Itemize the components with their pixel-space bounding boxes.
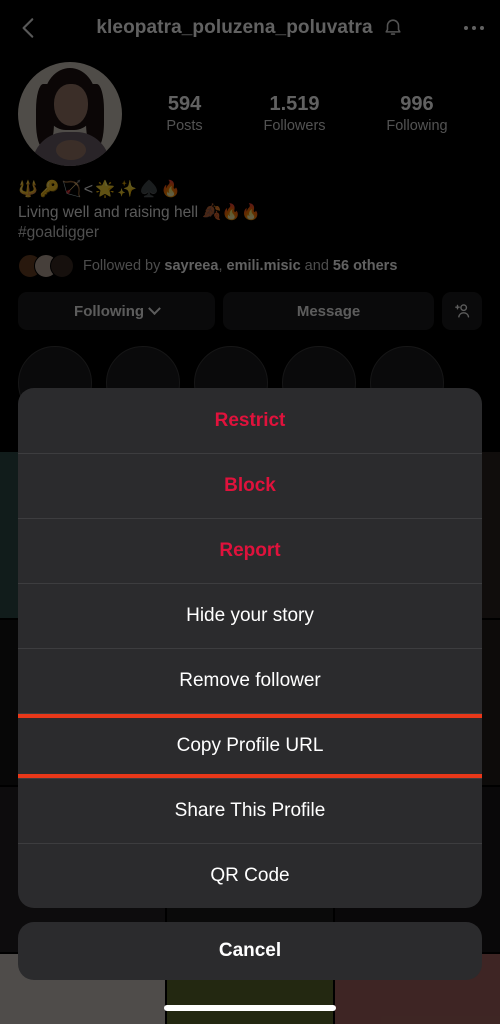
action-sheet-item-hide-your-story[interactable]: Hide your story [18, 583, 482, 648]
action-sheet-item-share-this-profile[interactable]: Share This Profile [18, 778, 482, 843]
home-indicator [164, 1005, 336, 1011]
action-sheet-item-restrict[interactable]: Restrict [18, 388, 482, 453]
action-sheet-item-label: Hide your story [186, 605, 314, 626]
cancel-button[interactable]: Cancel [18, 922, 482, 980]
action-sheet-item-label: Copy Profile URL [176, 735, 324, 756]
action-sheet-item-remove-follower[interactable]: Remove follower [18, 648, 482, 713]
action-sheet-item-label: Block [224, 475, 276, 496]
phone-screen: kleopatra_poluzena_poluvatra 594 [0, 0, 500, 1024]
action-sheet-item-copy-profile-url[interactable]: Copy Profile URL [18, 713, 482, 778]
action-sheet-item-report[interactable]: Report [18, 518, 482, 583]
action-sheet-item-block[interactable]: Block [18, 453, 482, 518]
action-sheet-item-label: Share This Profile [174, 800, 326, 821]
action-sheet-item-label: QR Code [210, 865, 290, 886]
action-sheet-item-label: Report [219, 540, 281, 561]
action-sheet-item-label: Restrict [214, 409, 286, 431]
action-sheet-item-label: Remove follower [179, 670, 321, 691]
cancel-button-label: Cancel [218, 940, 282, 961]
action-sheet: Restrict Block Report Hide your story Re… [18, 388, 482, 908]
action-sheet-item-qr-code[interactable]: QR Code [18, 843, 482, 908]
